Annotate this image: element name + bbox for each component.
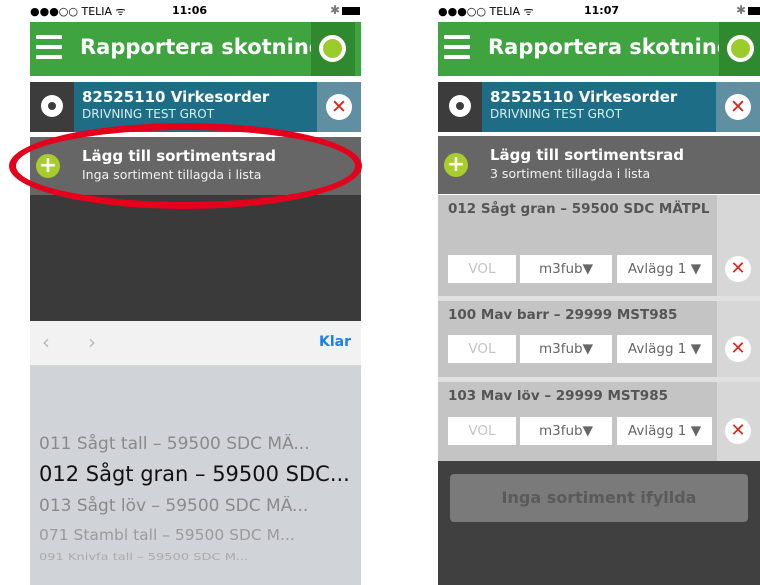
- order-title: 82525110 Virkesorder: [82, 88, 270, 106]
- battery-icon: [342, 7, 360, 15]
- sortiment-row: 103 Mav löv – 29999 MST985 VOL m3fub▼ Av…: [438, 382, 760, 461]
- order-title: 82525110 Virkesorder: [490, 88, 678, 106]
- highlight-ellipse: [9, 123, 362, 209]
- settings-button[interactable]: [30, 82, 74, 132]
- gear-icon: [449, 95, 471, 117]
- picker-option[interactable]: 071 Stambl tall – 59500 SDC M...: [30, 526, 361, 544]
- clock: 11:07: [584, 4, 620, 17]
- picker-option-selected[interactable]: 012 Sågt gran – 59500 SDC...: [30, 462, 361, 486]
- menu-icon[interactable]: [444, 35, 470, 63]
- picker-option[interactable]: 013 Sågt löv – 59500 SDC MÄ...: [30, 496, 361, 516]
- row-title: 100 Mav barr – 29999 MST985: [448, 307, 678, 323]
- bluetooth-icon: ✱: [736, 3, 747, 17]
- carrier-label: ●●●○○ TELIA ᯤ: [30, 5, 126, 18]
- empty-list-area: [30, 195, 361, 321]
- status-bar: ●●●○○ TELIA ᯤ 11:06 ✱: [30, 0, 361, 22]
- phone-screen-1: ●●●○○ TELIA ᯤ 11:06 ✱ Rapportera skotnin…: [30, 0, 361, 585]
- close-order-button[interactable]: ✕: [716, 82, 760, 132]
- row-title: 103 Mav löv – 29999 MST985: [448, 388, 668, 404]
- avlagg-select[interactable]: Avlägg 1 ▼: [617, 335, 712, 363]
- unit-select[interactable]: m3fub▼: [520, 255, 612, 283]
- volume-input[interactable]: VOL: [448, 417, 516, 445]
- phone-screen-2: ●●●○○ TELIA ᯤ 11:07 ✱ Rapportera skotnin…: [438, 0, 760, 585]
- close-icon: ✕: [725, 94, 751, 120]
- picker-option[interactable]: 091 Knivfa tall – 59500 SDC M...: [30, 552, 361, 563]
- row-title: 012 Sågt gran – 59500 SDC MÄTPL: [448, 201, 710, 217]
- order-subtitle: DRIVNING TEST GROT: [82, 107, 215, 121]
- sortiment-row: 012 Sågt gran – 59500 SDC MÄTPL VOL m3fu…: [438, 195, 760, 296]
- page-title: Rapportera skotning: [80, 35, 324, 59]
- order-bar: 82525110 Virkesorder DRIVNING TEST GROT …: [438, 82, 760, 132]
- done-button[interactable]: Klar: [319, 334, 351, 350]
- picker-toolbar: ‹ › Klar: [30, 321, 361, 366]
- add-row-subtitle: 3 sortiment tillagda i lista: [490, 166, 651, 181]
- sortiment-picker[interactable]: 011 Sågt tall – 59500 SDC MÄ... 012 Sågt…: [30, 366, 361, 585]
- avlagg-select[interactable]: Avlägg 1 ▼: [617, 255, 712, 283]
- close-icon: ✕: [730, 258, 746, 279]
- carrier-label: ●●●○○ TELIA ᯤ: [438, 5, 534, 18]
- submit-button[interactable]: Inga sortiment ifyllda: [450, 474, 748, 522]
- status-light-icon: [719, 22, 760, 76]
- bluetooth-icon: ✱: [330, 3, 341, 17]
- close-icon: ✕: [326, 94, 352, 120]
- clock: 11:06: [172, 4, 208, 17]
- plus-icon: +: [444, 153, 468, 177]
- close-icon: ✕: [730, 420, 746, 441]
- picker-option[interactable]: 011 Sågt tall – 59500 SDC MÄ...: [30, 434, 361, 454]
- add-sortiment-row-button[interactable]: + Lägg till sortimentsrad 3 sortiment ti…: [438, 136, 760, 194]
- unit-select[interactable]: m3fub▼: [520, 417, 612, 445]
- volume-input[interactable]: VOL: [448, 255, 516, 283]
- menu-icon[interactable]: [36, 35, 62, 63]
- gear-icon: [41, 95, 63, 117]
- page-title: Rapportera skotning: [488, 35, 732, 59]
- app-header: Rapportera skotning: [438, 22, 760, 76]
- avlagg-select[interactable]: Avlägg 1 ▼: [617, 417, 712, 445]
- status-light-icon: [311, 22, 355, 76]
- close-order-button[interactable]: ✕: [317, 82, 361, 132]
- chevron-left-icon[interactable]: ‹: [42, 330, 50, 354]
- sortiment-row: 100 Mav barr – 29999 MST985 VOL m3fub▼ A…: [438, 301, 760, 377]
- close-icon: ✕: [730, 338, 746, 359]
- app-header: Rapportera skotning: [30, 22, 361, 76]
- order-subtitle: DRIVNING TEST GROT: [490, 107, 623, 121]
- add-row-title: Lägg till sortimentsrad: [490, 146, 684, 164]
- settings-button[interactable]: [438, 82, 482, 132]
- bottom-bar: Inga sortiment ifyllda: [438, 461, 760, 585]
- chevron-right-icon[interactable]: ›: [88, 330, 96, 354]
- delete-row-button[interactable]: ✕: [725, 256, 751, 282]
- sortiment-list: 012 Sågt gran – 59500 SDC MÄTPL VOL m3fu…: [438, 195, 760, 461]
- delete-row-button[interactable]: ✕: [725, 336, 751, 362]
- status-bar: ●●●○○ TELIA ᯤ 11:07 ✱: [438, 0, 760, 22]
- delete-row-button[interactable]: ✕: [725, 418, 751, 444]
- volume-input[interactable]: VOL: [448, 335, 516, 363]
- unit-select[interactable]: m3fub▼: [520, 335, 612, 363]
- battery-icon: [748, 7, 760, 15]
